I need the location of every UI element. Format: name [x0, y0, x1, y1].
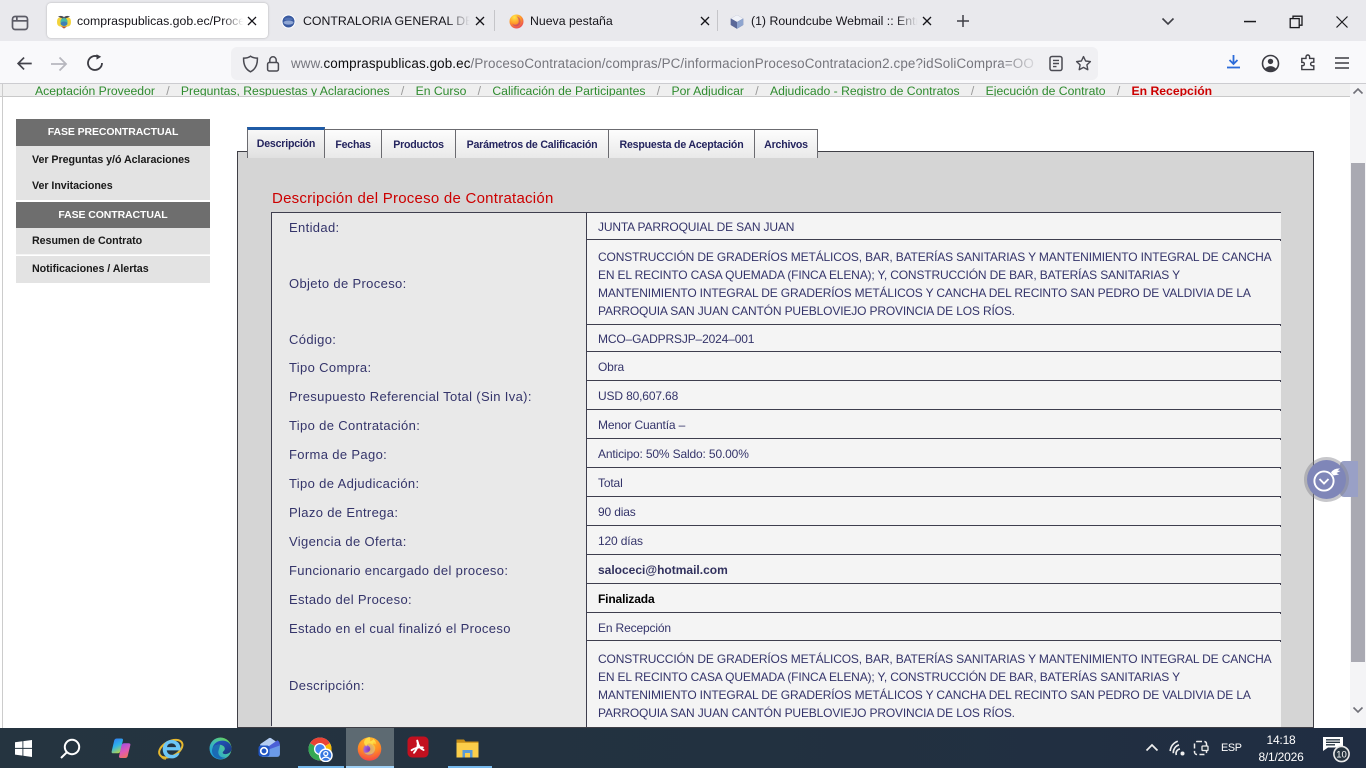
svg-text:10: 10: [1336, 750, 1347, 761]
